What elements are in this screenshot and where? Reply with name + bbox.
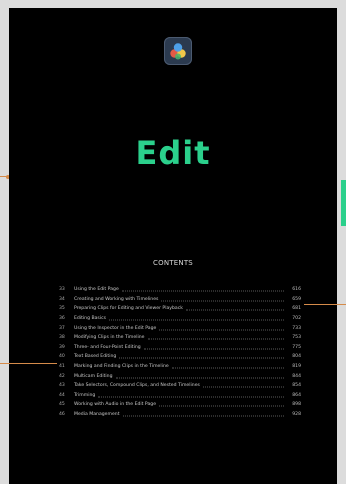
toc-chapter-number: 36 [59, 316, 65, 322]
toc-page-number: 753 [292, 335, 301, 341]
toc-chapter-number: 35 [59, 306, 65, 312]
preparing-clips-marker-line [304, 304, 346, 306]
toc-chapter-number: 39 [59, 344, 65, 350]
toc-page-number: 864 [292, 392, 301, 398]
toc-page-number: 775 [292, 344, 301, 350]
toc-chapter-title: Trimming [74, 392, 96, 398]
toc-entry[interactable]: 44 Trimming 864 [59, 391, 301, 401]
toc-entry[interactable]: 37 Using the Inspector in the Edit Page 73… [59, 323, 301, 333]
toc-chapter-number: 43 [59, 383, 65, 389]
toc-page-number: 819 [292, 364, 301, 370]
toc-chapter-title: Multicam Editing [74, 373, 113, 379]
toc-chapter-title: Using the Inspector in the Edit Page [74, 325, 157, 331]
toc-dot-leader [121, 290, 284, 292]
toc-entry[interactable]: 36 Editing Basics 702 [59, 314, 301, 324]
toc-chapter-title: Three- and Four-Point Editing [74, 344, 141, 350]
toc-dot-leader [143, 348, 284, 350]
toc-page-number: 854 [292, 383, 301, 389]
toc-page-number: 804 [292, 354, 301, 360]
toc-dot-leader [159, 329, 284, 331]
toc-chapter-number: 44 [59, 392, 65, 398]
toc-entry[interactable]: 46 Media Management 928 [59, 410, 301, 420]
toc-chapter-number: 42 [59, 373, 65, 379]
toc-entry[interactable]: 43 Take Selectors, Compound Clips, and Ne… [59, 381, 301, 391]
toc-dot-leader [185, 309, 284, 311]
toc-dot-leader [115, 377, 284, 379]
toc-entry[interactable]: 34 Creating and Working with Timelines 659 [59, 295, 301, 305]
toc-chapter-number: 40 [59, 354, 65, 360]
contents-heading: CONTENTS [153, 259, 193, 267]
toc-chapter-number: 45 [59, 402, 65, 408]
document-page: Edit CONTENTS 33 Using the Edit Page 616 34… [9, 8, 337, 484]
toc-dot-leader [122, 415, 284, 417]
toc-chapter-number: 37 [59, 325, 65, 331]
toc-dot-leader [119, 357, 284, 359]
toc-chapter-title: Creating and Working with Timelines [74, 296, 159, 302]
table-of-contents: 33 Using the Edit Page 616 34 Creating and W… [59, 285, 301, 419]
toc-chapter-title: Using the Edit Page [74, 287, 119, 293]
toc-entry[interactable]: 33 Using the Edit Page 616 [59, 285, 301, 295]
toc-page-number: 616 [292, 287, 301, 293]
toc-chapter-number: 38 [59, 335, 65, 341]
toc-entry[interactable]: 45 Working with Audio in the Edit Page 898 [59, 400, 301, 410]
toc-chapter-number: 34 [59, 296, 65, 302]
davinci-resolve-logo-icon [164, 37, 192, 65]
toc-page-number: 844 [292, 373, 301, 379]
toc-chapter-title: Modifying Clips in the Timeline [74, 335, 145, 341]
toc-dot-leader [109, 319, 284, 321]
toc-page-number: 681 [292, 306, 301, 312]
toc-entry[interactable]: 38 Modifying Clips in the Timeline 753 [59, 333, 301, 343]
toc-entry[interactable]: 40 Text Based Editing 804 [59, 352, 301, 362]
toc-chapter-number: 33 [59, 287, 65, 293]
toc-entry[interactable]: 41 Marking and Finding Clips in the Timel… [59, 362, 301, 372]
toc-chapter-title: Media Management [74, 412, 120, 418]
toc-chapter-title: Preparing Clips for Editing and Viewer P… [74, 306, 183, 312]
toc-dot-leader [147, 338, 284, 340]
toc-dot-leader [202, 386, 284, 388]
section-tab [341, 180, 346, 226]
toc-dot-leader [98, 396, 284, 398]
toc-dot-leader [171, 367, 284, 369]
toc-entry[interactable]: 39 Three- and Four-Point Editing 775 [59, 343, 301, 353]
toc-chapter-number: 41 [59, 364, 65, 370]
toc-chapter-number: 46 [59, 412, 65, 418]
toc-chapter-title: Working with Audio in the Edit Page [74, 402, 157, 408]
toc-chapter-title: Text Based Editing [74, 354, 117, 360]
toc-page-number: 898 [292, 402, 301, 408]
toc-dot-leader [159, 405, 284, 407]
text-based-editing-marker-line [0, 363, 57, 365]
toc-chapter-title: Marking and Finding Clips in the Timelin… [74, 364, 169, 370]
toc-chapter-title: Editing Basics [74, 316, 107, 322]
toc-dot-leader [161, 300, 284, 302]
toc-page-number: 733 [292, 325, 301, 331]
toc-page-number: 928 [292, 412, 301, 418]
toc-page-number: 659 [292, 296, 301, 302]
toc-entry[interactable]: 42 Multicam Editing 844 [59, 371, 301, 381]
page-title: Edit [135, 134, 211, 172]
toc-chapter-title: Take Selectors, Compound Clips, and Nest… [74, 383, 200, 389]
toc-entry[interactable]: 35 Preparing Clips for Editing and Viewer… [59, 304, 301, 314]
toc-page-number: 702 [292, 316, 301, 322]
